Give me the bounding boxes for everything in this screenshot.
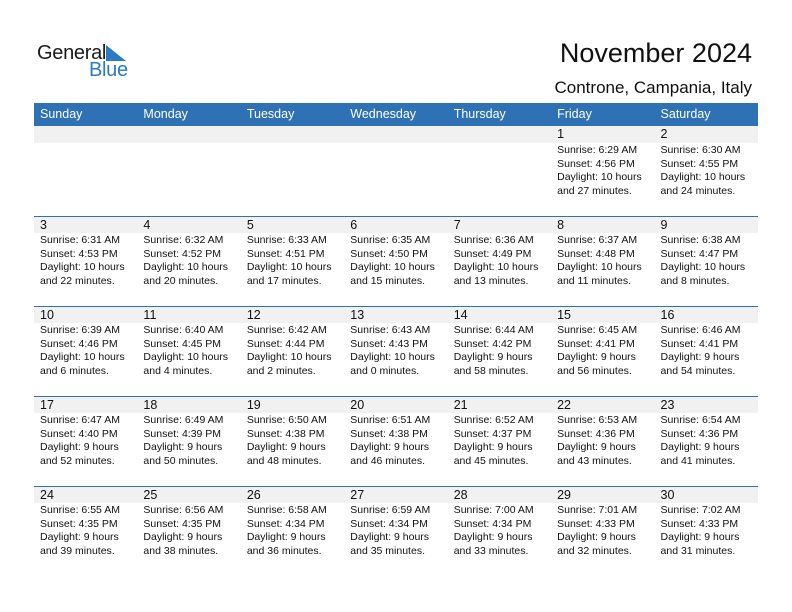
day-sun-info [34, 143, 137, 198]
day-sun-info: Sunrise: 6:35 AM Sunset: 4:50 PM Dayligh… [350, 234, 435, 287]
day-number: 1 [557, 127, 565, 141]
day-sun-info: Sunrise: 6:51 AM Sunset: 4:38 PM Dayligh… [350, 414, 431, 467]
day-number: 6 [350, 218, 358, 232]
logo-word-blue: Blue [89, 59, 128, 81]
day-sun-info: Sunrise: 6:29 AM Sunset: 4:56 PM Dayligh… [557, 144, 642, 197]
day-number: 11 [143, 308, 157, 322]
day-number: 10 [40, 308, 54, 322]
day-number: 29 [557, 488, 572, 502]
day-sun-info: Sunrise: 6:53 AM Sunset: 4:36 PM Dayligh… [557, 414, 638, 467]
day-number: 9 [660, 218, 668, 232]
day-sun-info [344, 143, 447, 198]
day-info-row: Sunrise: 6:55 AM Sunset: 4:35 PM Dayligh… [34, 503, 758, 558]
day-number: 28 [453, 488, 468, 502]
day-number-row: 24 25 26 27 28 29 30 [34, 486, 758, 503]
day-sun-info: Sunrise: 6:46 AM Sunset: 4:41 PM Dayligh… [660, 324, 741, 377]
day-number [34, 126, 137, 143]
weekday-wednesday: Wednesday [350, 107, 417, 121]
day-number: 20 [350, 398, 365, 412]
week-row: 1 2 Sunrise: 6:29 AM Sunset: 4:56 PM Dayli… [34, 126, 758, 216]
page-title: November 2024 [559, 38, 752, 68]
day-sun-info: Sunrise: 6:50 AM Sunset: 4:38 PM Dayligh… [246, 414, 327, 467]
day-number: 17 [40, 398, 54, 412]
day-number: 13 [350, 308, 365, 322]
day-number: 7 [453, 218, 461, 232]
day-sun-info: Sunrise: 7:01 AM Sunset: 4:33 PM Dayligh… [557, 504, 638, 557]
day-number: 26 [246, 488, 261, 502]
day-sun-info: Sunrise: 6:55 AM Sunset: 4:35 PM Dayligh… [40, 504, 120, 557]
day-sun-info [241, 143, 344, 198]
day-number: 3 [40, 218, 47, 232]
weekday-header-row: Sunday Monday Tuesday Wednesday Thursday… [34, 103, 758, 126]
day-sun-info: Sunrise: 6:58 AM Sunset: 4:34 PM Dayligh… [246, 504, 327, 557]
week-row: 10 11 12 13 14 15 16 Sunrise: 6:39 AM Sunset: 4… [34, 306, 758, 396]
weekday-sunday: Sunday [40, 107, 83, 121]
day-number: 19 [246, 398, 261, 412]
day-number [344, 126, 447, 143]
day-info-row: Sunrise: 6:47 AM Sunset: 4:40 PM Dayligh… [34, 413, 758, 468]
day-info-row: Sunrise: 6:29 AM Sunset: 4:56 PM Dayligh… [34, 143, 758, 198]
week-row: 3 4 5 6 7 8 9 Sunrise: 6:31 AM Sunset: 4:53 PM … [34, 216, 758, 306]
weekday-saturday: Saturday [660, 107, 711, 121]
day-sun-info: Sunrise: 6:37 AM Sunset: 4:48 PM Dayligh… [557, 234, 642, 287]
day-sun-info: Sunrise: 6:40 AM Sunset: 4:45 PM Dayligh… [143, 324, 229, 377]
day-number: 4 [143, 218, 151, 232]
weekday-thursday: Thursday [453, 107, 506, 121]
day-sun-info: Sunrise: 6:49 AM Sunset: 4:39 PM Dayligh… [143, 414, 224, 467]
day-number-row: 3 4 5 6 7 8 9 [34, 216, 758, 233]
weeks-container: 1 2 Sunrise: 6:29 AM Sunset: 4:56 PM Dayli… [34, 126, 758, 576]
day-sun-info: Sunrise: 6:47 AM Sunset: 4:40 PM Dayligh… [40, 414, 120, 467]
day-number: 27 [350, 488, 365, 502]
day-number: 24 [40, 488, 54, 502]
day-sun-info: Sunrise: 6:43 AM Sunset: 4:43 PM Dayligh… [350, 324, 435, 377]
day-number: 14 [453, 308, 468, 322]
day-number-row: 17 18 19 20 21 22 23 [34, 396, 758, 413]
day-sun-info: Sunrise: 6:39 AM Sunset: 4:46 PM Dayligh… [40, 324, 125, 377]
weekday-friday: Friday [557, 107, 592, 121]
day-sun-info: Sunrise: 6:42 AM Sunset: 4:44 PM Dayligh… [246, 324, 332, 377]
day-sun-info: Sunrise: 6:59 AM Sunset: 4:34 PM Dayligh… [350, 504, 431, 557]
day-sun-info: Sunrise: 7:02 AM Sunset: 4:33 PM Dayligh… [660, 504, 741, 557]
day-number [137, 126, 240, 143]
logo: General Blue [37, 42, 137, 82]
day-number: 22 [557, 398, 572, 412]
day-number: 30 [660, 488, 675, 502]
day-sun-info: Sunrise: 6:33 AM Sunset: 4:51 PM Dayligh… [246, 234, 332, 287]
day-sun-info: Sunrise: 6:30 AM Sunset: 4:55 PM Dayligh… [660, 144, 746, 197]
week-row: 24 25 26 27 28 29 30 Sunrise: 6:55 AM Sunset: 4… [34, 486, 758, 576]
day-number: 21 [453, 398, 468, 412]
day-sun-info: Sunrise: 7:00 AM Sunset: 4:34 PM Dayligh… [453, 504, 534, 557]
day-number: 2 [660, 127, 668, 141]
day-number: 18 [143, 398, 158, 412]
weekday-tuesday: Tuesday [246, 107, 295, 121]
day-info-row: Sunrise: 6:31 AM Sunset: 4:53 PM Dayligh… [34, 233, 758, 288]
calendar-grid: Sunday Monday Tuesday Wednesday Thursday… [34, 103, 758, 576]
day-number: 8 [557, 218, 565, 232]
day-info-row: Sunrise: 6:39 AM Sunset: 4:46 PM Dayligh… [34, 323, 758, 378]
weekday-monday: Monday [143, 107, 188, 121]
day-sun-info: Sunrise: 6:31 AM Sunset: 4:53 PM Dayligh… [40, 234, 125, 287]
day-number: 5 [246, 218, 254, 232]
day-number: 12 [246, 308, 261, 322]
day-number [241, 126, 344, 143]
day-number: 25 [143, 488, 158, 502]
day-number: 15 [557, 308, 572, 322]
location-subtitle: Controne, Campania, Italy [554, 78, 753, 97]
day-number: 23 [660, 398, 675, 412]
day-sun-info: Sunrise: 6:45 AM Sunset: 4:41 PM Dayligh… [557, 324, 638, 377]
day-number-row: 10 11 12 13 14 15 16 [34, 306, 758, 323]
day-number [448, 126, 551, 143]
day-sun-info [137, 143, 240, 198]
day-number: 16 [660, 308, 675, 322]
week-row: 17 18 19 20 21 22 23 Sunrise: 6:47 AM Sunset: 4… [34, 396, 758, 486]
day-sun-info: Sunrise: 6:36 AM Sunset: 4:49 PM Dayligh… [453, 234, 539, 287]
day-sun-info [448, 143, 551, 198]
day-sun-info: Sunrise: 6:56 AM Sunset: 4:35 PM Dayligh… [143, 504, 224, 557]
day-sun-info: Sunrise: 6:32 AM Sunset: 4:52 PM Dayligh… [143, 234, 229, 287]
day-sun-info: Sunrise: 6:44 AM Sunset: 4:42 PM Dayligh… [453, 324, 534, 377]
day-sun-info: Sunrise: 6:52 AM Sunset: 4:37 PM Dayligh… [453, 414, 534, 467]
day-sun-info: Sunrise: 6:38 AM Sunset: 4:47 PM Dayligh… [660, 234, 746, 287]
day-sun-info: Sunrise: 6:54 AM Sunset: 4:36 PM Dayligh… [660, 414, 741, 467]
day-number-row: 12 [34, 126, 758, 143]
